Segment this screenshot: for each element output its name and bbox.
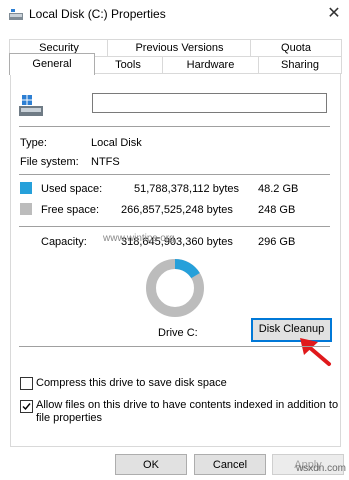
capacity-label: Capacity: — [41, 236, 87, 248]
divider — [19, 126, 330, 127]
index-checkbox[interactable] — [20, 400, 33, 413]
usage-donut-chart — [146, 259, 204, 317]
free-space-bytes: 266,857,525,248 bytes — [121, 204, 233, 216]
used-space-bytes: 51,788,378,112 bytes — [134, 183, 239, 195]
pointer-arrow-icon — [300, 338, 331, 366]
ok-button[interactable]: OK — [115, 454, 187, 475]
drive-name-input[interactable] — [92, 93, 327, 113]
divider — [19, 226, 330, 227]
tab-previous-versions[interactable]: Previous Versions — [107, 39, 252, 57]
capacity-gb: 296 GB — [258, 236, 296, 248]
corner-watermark: wsxdn.com — [296, 463, 347, 474]
free-space-label: Free space: — [41, 204, 100, 216]
tab-general[interactable]: General — [9, 53, 95, 75]
window-title: Local Disk (C:) Properties — [29, 7, 166, 21]
tab-quota[interactable]: Quota — [250, 39, 342, 57]
used-space-swatch — [20, 182, 32, 194]
divider — [19, 346, 330, 347]
file-system-label: File system: — [20, 156, 79, 168]
drive-icon — [9, 9, 23, 20]
free-space-swatch — [20, 203, 32, 215]
checkmark-icon — [22, 403, 31, 411]
file-system-value: NTFS — [91, 156, 120, 168]
tab-hardware[interactable]: Hardware — [161, 56, 260, 74]
hard-drive-icon — [19, 95, 43, 116]
type-label: Type: — [20, 137, 47, 149]
index-label-line2: file properties — [36, 412, 103, 424]
watermark-text: www.wintips.org — [103, 233, 175, 244]
used-space-gb: 48.2 GB — [258, 183, 299, 195]
divider — [19, 174, 330, 175]
cancel-button[interactable]: Cancel — [194, 454, 266, 475]
tab-sharing[interactable]: Sharing — [258, 56, 342, 74]
type-value: Local Disk — [91, 137, 142, 149]
compress-checkbox[interactable] — [20, 377, 33, 390]
index-label-line1: Allow files on this drive to have conten… — [36, 399, 339, 411]
compress-label: Compress this drive to save disk space — [36, 377, 227, 389]
drive-label: Drive C: — [158, 327, 198, 339]
used-space-label: Used space: — [41, 183, 103, 195]
free-space-gb: 248 GB — [258, 204, 296, 216]
tab-tools[interactable]: Tools — [93, 56, 163, 74]
close-icon[interactable]: ✕ — [323, 3, 345, 25]
